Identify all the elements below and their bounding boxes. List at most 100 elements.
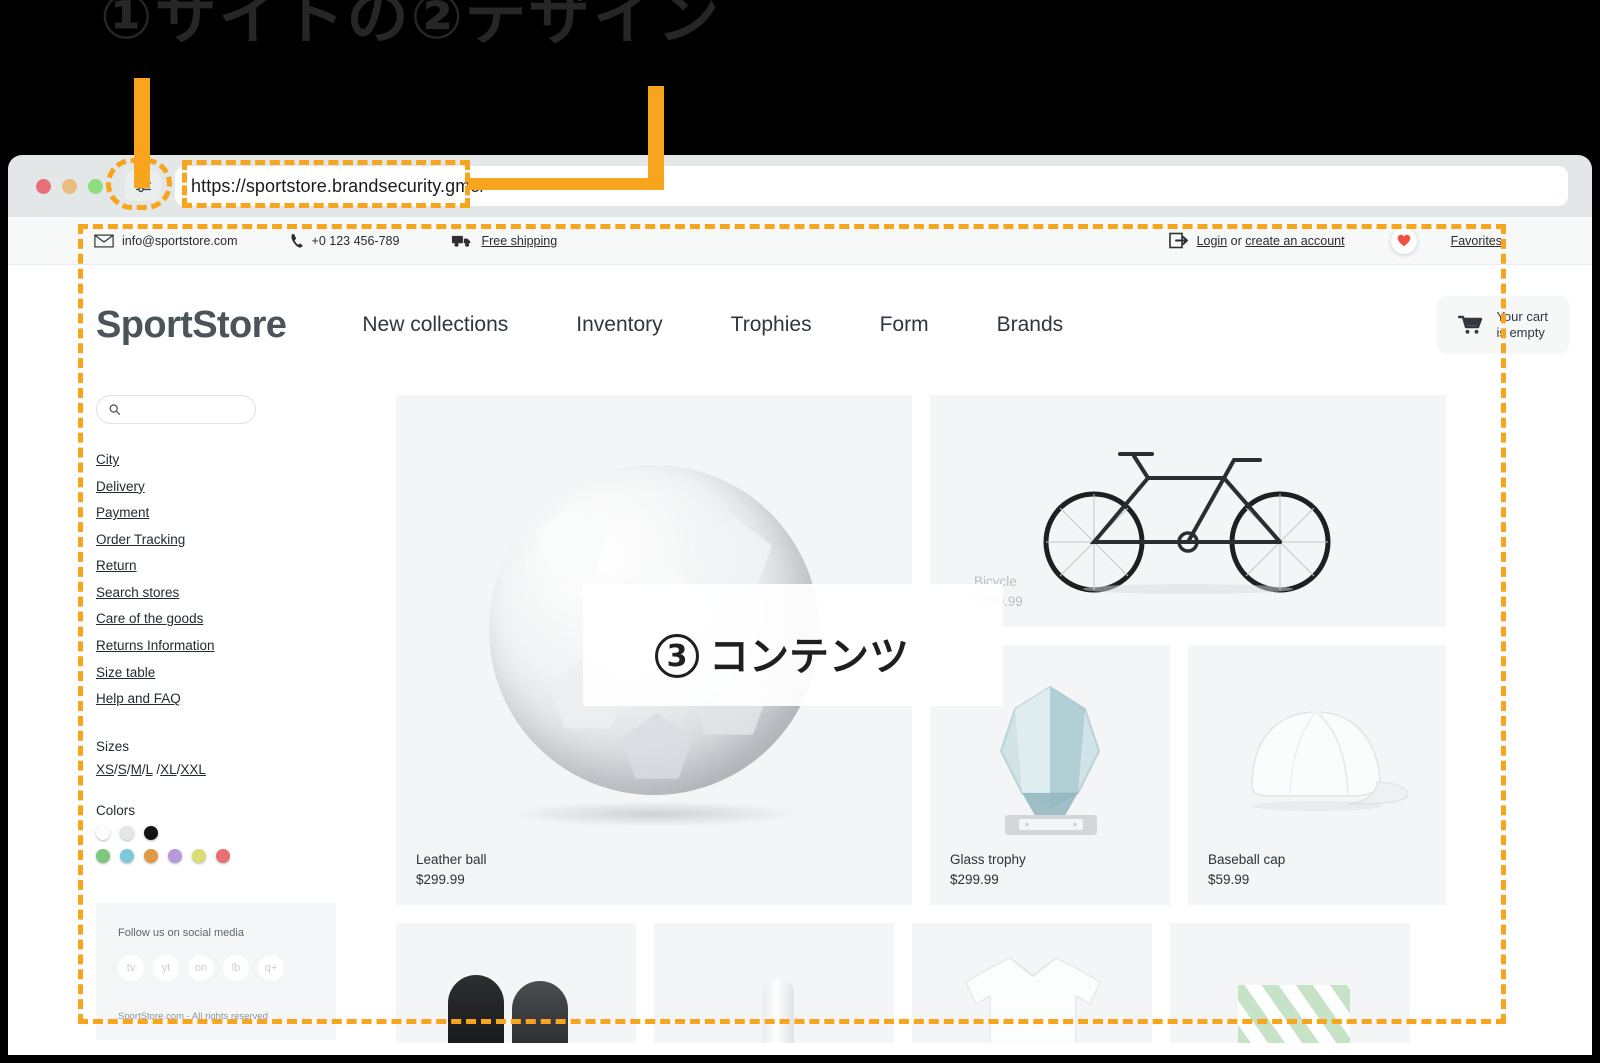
sidebar-item-payment[interactable]: Payment [96, 503, 366, 523]
size-option-xl[interactable]: XL [160, 762, 177, 777]
color-swatch-light-gray[interactable] [120, 825, 134, 840]
color-swatch-white[interactable] [96, 825, 110, 840]
nav-item-new-collections[interactable]: New collections [362, 313, 508, 337]
window-traffic-lights[interactable] [36, 178, 103, 194]
ball-shadow [504, 801, 804, 827]
color-swatch-cyan[interactable] [120, 848, 134, 863]
browser-chrome-bar: https://sportstore.brandsecurity.gmo/ [8, 155, 1592, 217]
product-card-partial-bottle[interactable] [654, 923, 894, 1043]
social-icon-tv[interactable]: tv [118, 954, 144, 981]
top-annotation-text: ①サイトの②デザイン [100, 0, 721, 53]
sidebar-links: City Delivery Payment Order Tracking Ret… [96, 450, 366, 709]
social-icon-qplus[interactable]: q+ [258, 954, 284, 981]
nav-item-inventory[interactable]: Inventory [576, 313, 662, 337]
search-input[interactable] [126, 402, 243, 417]
size-option-xxl[interactable]: XXL [180, 762, 206, 777]
sidebar-item-order-tracking[interactable]: Order Tracking [96, 530, 366, 550]
free-shipping-item[interactable]: Free shipping [451, 233, 557, 248]
content-callout-text: 3 コンテンツ [655, 624, 909, 682]
sidebar-item-search-stores[interactable]: Search stores [96, 583, 366, 603]
site-logo[interactable]: SportStore [96, 304, 287, 347]
connector-right-vertical [648, 86, 664, 186]
screenshot-stage: ①サイトの②デザイン https://sportstore.brandsecur… [0, 0, 1600, 1063]
nav-item-trophies[interactable]: Trophies [731, 313, 812, 337]
sidebar-item-return[interactable]: Return [96, 556, 366, 576]
product-grid-row-2: Glass trophy $299.99 Baseball cap $59.99 [930, 645, 1446, 905]
url-text: https://sportstore.brandsecurity.gmo/ [191, 175, 486, 196]
colors-heading: Colors [96, 802, 136, 818]
sidebar-item-returns-information[interactable]: Returns Information [96, 636, 366, 656]
truck-icon [452, 235, 471, 247]
favorites-area[interactable]: Favorites [1390, 227, 1502, 254]
color-swatch-lime[interactable] [192, 848, 206, 863]
address-bar[interactable]: https://sportstore.brandsecurity.gmo/ [175, 166, 1568, 206]
nav-item-form[interactable]: Form [880, 313, 929, 337]
sidebar-item-care-of-the-goods[interactable]: Care of the goods [96, 609, 366, 629]
product-meta: Leather ball $299.99 [416, 852, 487, 887]
zoom-window-button[interactable] [88, 178, 103, 194]
free-shipping-link[interactable]: Free shipping [481, 234, 557, 248]
product-price: $299.99 [416, 872, 465, 887]
connector-right-horizontal [468, 178, 664, 190]
utility-bar-right: Login or create an account Favorites [1168, 227, 1574, 254]
product-card-bicycle[interactable]: Bicycle $399.99 [930, 395, 1446, 627]
envelope-icon [94, 234, 114, 247]
social-icon-lb[interactable]: lb [223, 954, 249, 981]
callout-label: コンテンツ [709, 634, 909, 680]
sidebar: City Delivery Payment Order Tracking Ret… [96, 385, 366, 1055]
favorites-link[interactable]: Favorites [1451, 234, 1502, 248]
main-content: City Delivery Payment Order Tracking Ret… [8, 385, 1592, 1055]
size-option-s[interactable]: S [118, 762, 127, 777]
heart-icon [1397, 234, 1410, 247]
color-swatch-green[interactable] [96, 848, 110, 863]
product-card-partial-striped[interactable] [1170, 923, 1410, 1043]
sizes-heading: Sizes [96, 738, 130, 754]
nav-item-brands[interactable]: Brands [997, 313, 1064, 337]
color-swatches-row-2 [96, 848, 366, 863]
shopping-cart-icon [1458, 315, 1483, 334]
login-link[interactable]: Login [1197, 234, 1228, 248]
color-swatch-red[interactable] [216, 848, 230, 863]
color-swatch-orange[interactable] [144, 848, 158, 863]
size-option-m[interactable]: M [131, 762, 142, 777]
sidebar-item-help-and-faq[interactable]: Help and FAQ [96, 689, 366, 709]
color-swatch-black[interactable] [144, 825, 158, 840]
product-card-partial-shirt[interactable] [912, 923, 1152, 1043]
social-heading: Follow us on social media [118, 926, 244, 939]
phone-icon [290, 233, 303, 248]
cart-line-2: is empty [1496, 325, 1545, 340]
sidebar-item-delivery[interactable]: Delivery [96, 477, 366, 497]
product-card-partial-shoes[interactable] [396, 923, 636, 1043]
sidebar-item-size-table[interactable]: Size table [96, 663, 366, 683]
social-icon-on[interactable]: on [188, 954, 214, 981]
size-option-l[interactable]: L [146, 762, 153, 777]
social-icon-yt[interactable]: yt [153, 954, 179, 981]
contact-email[interactable]: info@sportstore.com [94, 234, 238, 248]
sizes-list: XS/S/M/L /XL/XXL [96, 761, 206, 777]
close-window-button[interactable] [36, 178, 51, 194]
social-media-card: Follow us on social media tv yt on lb q+… [96, 902, 336, 1040]
color-swatch-purple[interactable] [168, 848, 182, 863]
contact-phone[interactable]: +0 123 456-789 [290, 233, 400, 249]
social-icons: tv yt on lb q+ [118, 954, 314, 981]
white-shirt-image [965, 957, 1101, 1043]
callout-number-badge: 3 [655, 634, 699, 678]
sidebar-item-city[interactable]: City [96, 450, 366, 470]
product-grid-right-column: Bicycle $399.99 [930, 395, 1446, 905]
product-grid-row-3-partial [396, 923, 1570, 1043]
size-option-xs[interactable]: XS [96, 762, 114, 777]
login-or-text: or [1227, 233, 1246, 248]
phone-text: +0 123 456-789 [311, 233, 400, 248]
account-area[interactable]: Login or create an account [1168, 232, 1345, 249]
cart-line-1: Your cart [1496, 308, 1548, 324]
create-account-link[interactable]: create an account [1245, 234, 1344, 248]
site-header: SportStore New collections Inventory Tro… [8, 265, 1592, 385]
search-box[interactable] [96, 395, 256, 424]
connector-left-vertical [134, 78, 150, 188]
main-navigation: New collections Inventory Trophies Form … [362, 313, 1131, 337]
cart-button[interactable]: Your cart is empty [1436, 296, 1570, 354]
product-card-baseball-cap[interactable]: Baseball cap $59.99 [1188, 645, 1446, 905]
minimize-window-button[interactable] [62, 178, 77, 194]
color-swatches-row-1 [96, 825, 366, 840]
product-grid: Leather ball $299.99 Bicycle Glass troph… [366, 385, 1570, 1055]
